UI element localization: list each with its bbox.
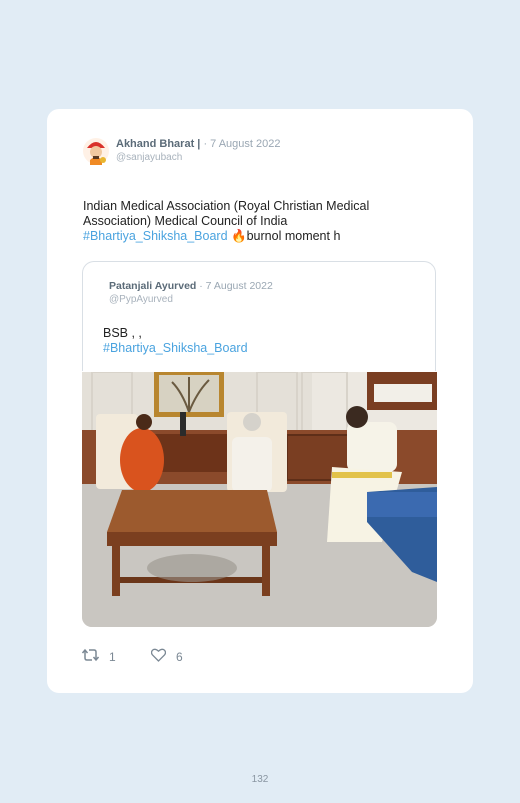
quoted-author-name[interactable]: Patanjali Ayurved <box>109 280 196 292</box>
quoted-text: BSB , , #Bhartiya_Shiksha_Board <box>103 326 248 356</box>
tweet-photo[interactable] <box>82 372 437 627</box>
tweet-text-body: Indian Medical Association (Royal Christ… <box>83 199 370 228</box>
author-line: Akhand Bharat | · 7 August 2022 <box>116 138 281 150</box>
tweet-date[interactable]: · 7 August 2022 <box>203 138 280 150</box>
retweet-count: 1 <box>109 649 116 664</box>
like-action[interactable]: 6 <box>150 648 183 665</box>
tweet-card: Akhand Bharat | · 7 August 2022 @sanjayu… <box>47 109 473 693</box>
tweet-text: Indian Medical Association (Royal Christ… <box>83 199 413 244</box>
retweet-icon[interactable] <box>81 648 100 665</box>
fire-emoji: 🔥 <box>231 229 247 243</box>
like-count: 6 <box>176 649 183 664</box>
quoted-handle[interactable]: @PypAyurved <box>109 294 173 305</box>
quoted-tweet[interactable]: Patanjali Ayurved · 7 August 2022 @PypAy… <box>82 261 436 371</box>
heart-icon[interactable] <box>150 648 167 665</box>
author-name[interactable]: Akhand Bharat | <box>116 138 200 150</box>
tweet-text-tail: burnol moment h <box>246 229 341 243</box>
quoted-text-body: BSB , , <box>103 326 142 340</box>
page-number: 132 <box>251 774 269 785</box>
quoted-date[interactable]: · 7 August 2022 <box>199 280 273 292</box>
hashtag-link[interactable]: #Bhartiya_Shiksha_Board <box>83 229 228 243</box>
avatar[interactable] <box>82 136 110 166</box>
quoted-author-line: Patanjali Ayurved · 7 August 2022 <box>109 280 273 292</box>
author-handle[interactable]: @sanjayubach <box>116 152 182 163</box>
retweet-action[interactable]: 1 <box>81 648 116 665</box>
quoted-hashtag-link[interactable]: #Bhartiya_Shiksha_Board <box>103 341 248 355</box>
